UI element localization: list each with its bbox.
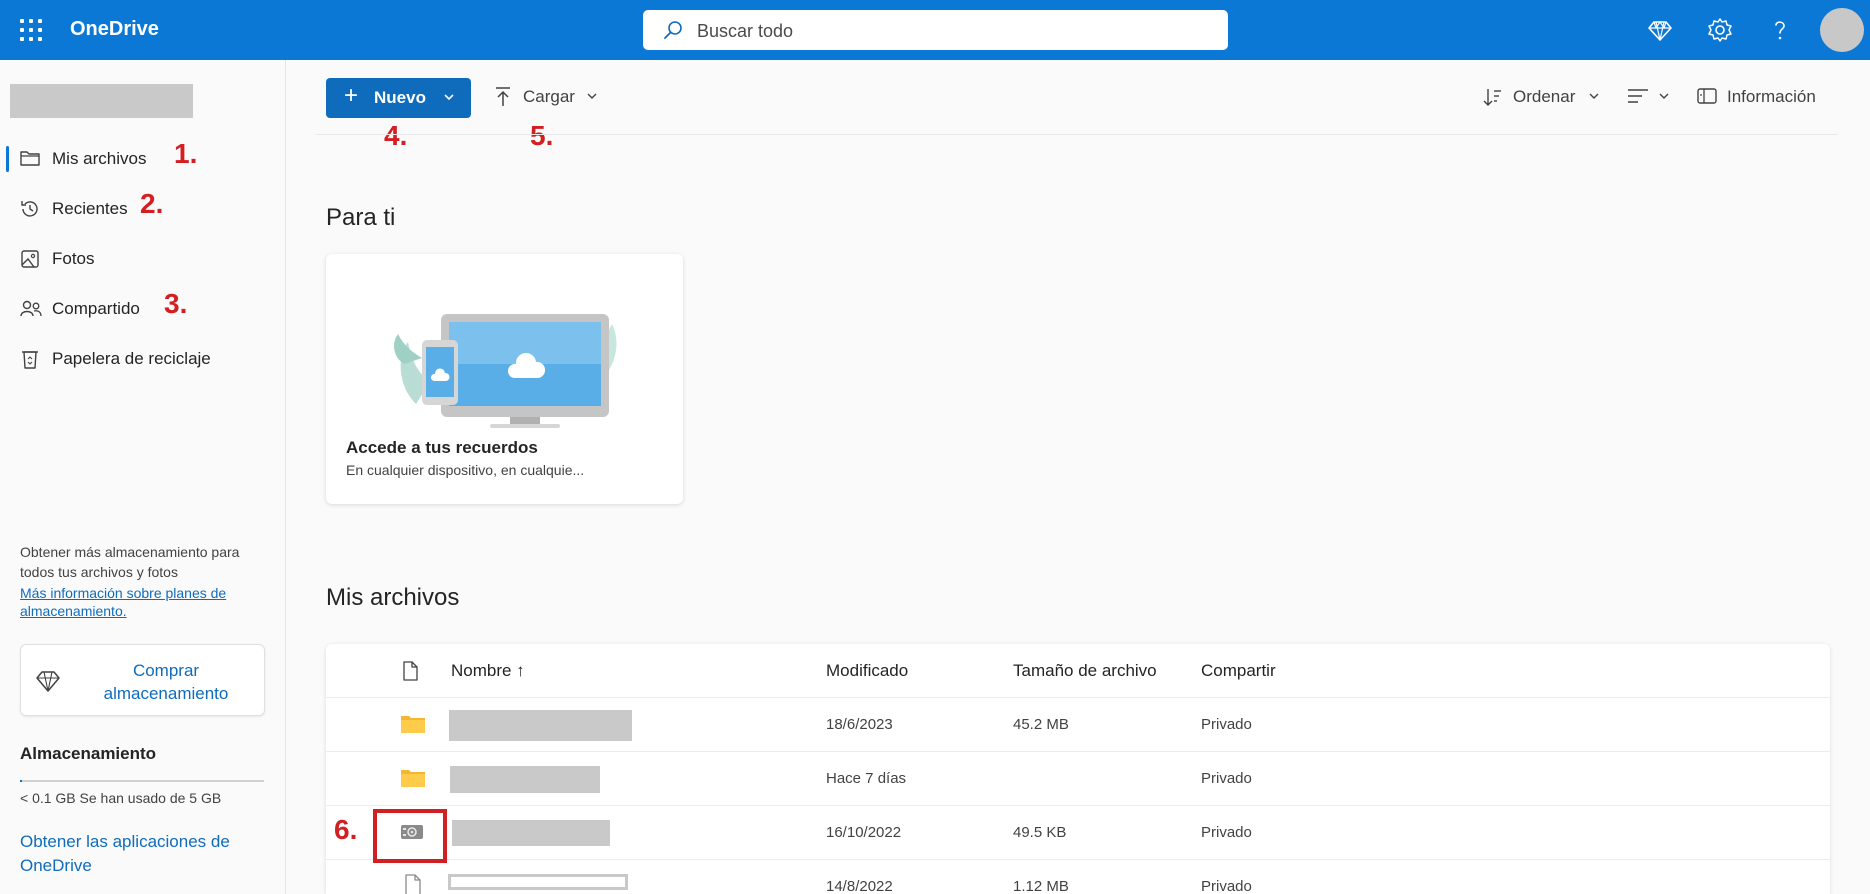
file-type-icon — [403, 661, 418, 681]
chevron-down-icon — [444, 94, 454, 101]
sidebar-item-label: Mis archivos — [52, 149, 147, 168]
sidebar-item-my-files[interactable]: Mis archivos — [0, 136, 286, 180]
annotation-marker: 1. — [174, 138, 198, 169]
chevron-down-icon — [1659, 93, 1669, 99]
table-row[interactable]: Hace 7 días Privado — [326, 752, 1830, 806]
annotation-marker: 2. — [140, 188, 164, 219]
file-icon — [405, 874, 421, 894]
recycle-bin-icon — [22, 351, 38, 369]
premium-diamond-icon — [36, 671, 60, 692]
sidebar-item-label: Compartido — [52, 299, 140, 318]
sidebar-item-label: Fotos — [52, 249, 95, 268]
folder-icon — [401, 770, 425, 787]
column-header-name[interactable]: Nombre ↑ — [451, 661, 525, 681]
file-name-redacted[interactable] — [450, 766, 600, 793]
plus-icon: + — [344, 82, 359, 109]
premium-diamond-icon[interactable] — [1646, 16, 1674, 44]
buy-storage-button[interactable]: Comprar almacenamiento — [20, 644, 265, 716]
get-apps-link[interactable]: Obtener las aplicaciones de OneDrive — [20, 830, 260, 878]
table-header: Nombre ↑ Modificado Tamaño de archivo Co… — [326, 644, 1830, 698]
avatar[interactable] — [1820, 8, 1864, 52]
memories-card[interactable]: Accede a tus recuerdos En cualquier disp… — [326, 254, 683, 504]
people-icon — [20, 300, 42, 317]
sharing-cell: Privado — [1201, 824, 1252, 841]
size-cell: 1.12 MB — [1013, 878, 1069, 894]
sidebar-item-label: Recientes — [52, 199, 128, 218]
account-name-redacted — [10, 84, 193, 118]
table-row[interactable]: 16/10/2022 49.5 KB Privado — [326, 806, 1830, 860]
modified-cell: 18/6/2023 — [826, 716, 893, 733]
annotation-marker: 3. — [164, 288, 188, 319]
storage-plans-link[interactable]: Más información sobre planes de almacena… — [20, 584, 260, 620]
column-header-size[interactable]: Tamaño de archivo — [1013, 661, 1157, 681]
my-files-heading: Mis archivos — [326, 584, 460, 611]
divider — [316, 134, 1838, 135]
info-button[interactable]: Información — [1696, 86, 1826, 110]
buy-storage-label: Comprar almacenamiento — [103, 661, 229, 703]
sidebar-item-recycle-bin[interactable]: Papelera de reciclaje — [0, 336, 286, 380]
folder-icon — [401, 716, 425, 733]
card-subtitle: En cualquier dispositivo, en cualquie... — [346, 462, 585, 478]
annotation-highlight-box — [373, 809, 447, 863]
modified-cell: 14/8/2022 — [826, 878, 893, 894]
chevron-down-icon — [1589, 93, 1599, 99]
search-input[interactable]: Buscar todo — [697, 21, 793, 42]
storage-title: Almacenamiento — [20, 744, 157, 763]
help-icon[interactable] — [1766, 16, 1794, 44]
info-pane-icon — [1697, 88, 1717, 104]
app-title[interactable]: OneDrive — [70, 18, 159, 41]
devices-cloud-illustration — [394, 314, 617, 428]
sidebar-item-label: Papelera de reciclaje — [52, 349, 211, 368]
search-box[interactable]: Buscar todo — [643, 10, 1228, 50]
sort-icon — [1483, 89, 1501, 106]
search-icon — [664, 21, 682, 39]
annotation-marker: 5. — [530, 120, 554, 151]
sort-label: Ordenar — [1513, 87, 1576, 106]
table-row[interactable]: 18/6/2023 45.2 MB Privado — [326, 698, 1830, 752]
files-table: Nombre ↑ Modificado Tamaño de archivo Co… — [326, 644, 1830, 894]
sidebar-item-shared[interactable]: Compartido — [0, 286, 286, 330]
size-cell: 45.2 MB — [1013, 716, 1069, 733]
sidebar-item-photos[interactable]: Fotos — [0, 236, 286, 280]
modified-cell: 16/10/2022 — [826, 824, 902, 841]
chevron-down-icon — [587, 93, 597, 99]
storage-progress-fill — [20, 780, 22, 782]
size-cell: 49.5 KB — [1013, 824, 1067, 841]
file-name-redacted[interactable] — [448, 874, 628, 890]
for-you-heading: Para ti — [326, 204, 396, 231]
modified-cell: Hace 7 días — [826, 770, 907, 787]
top-bar: OneDrive Buscar todo — [0, 0, 1870, 60]
table-row[interactable]: 14/8/2022 1.12 MB Privado — [326, 860, 1830, 894]
upload-button[interactable]: Cargar — [492, 86, 602, 110]
list-view-icon — [1628, 89, 1648, 103]
view-options-button[interactable] — [1626, 86, 1672, 110]
sharing-cell: Privado — [1201, 770, 1252, 787]
storage-promo-text: Obtener más almacenamiento para todos tu… — [20, 544, 240, 580]
card-title: Accede a tus recuerdos — [346, 438, 538, 457]
sidebar: Mis archivos 1. Recientes 2. Fotos Compa… — [0, 60, 286, 894]
file-name-redacted[interactable] — [452, 820, 610, 846]
sort-button[interactable]: Ordenar — [1482, 86, 1604, 110]
annotation-marker: 4. — [384, 120, 408, 151]
storage-usage-text: < 0.1 GB Se han usado de 5 GB — [20, 790, 222, 806]
new-button[interactable]: + Nuevo — [326, 78, 471, 118]
settings-gear-icon[interactable] — [1706, 16, 1734, 44]
file-name-redacted[interactable] — [449, 710, 632, 741]
sharing-cell: Privado — [1201, 716, 1252, 733]
storage-progress-bar — [20, 780, 264, 782]
photo-icon — [21, 250, 39, 268]
annotation-marker: 6. — [334, 814, 358, 845]
app-launcher-icon[interactable] — [20, 19, 42, 41]
upload-label: Cargar — [523, 87, 575, 106]
column-header-sharing[interactable]: Compartir — [1201, 661, 1276, 681]
sharing-cell: Privado — [1201, 878, 1252, 894]
folder-icon — [20, 151, 40, 166]
upload-icon — [496, 87, 510, 106]
column-header-modified[interactable]: Modificado — [826, 661, 908, 681]
info-label: Información — [1727, 87, 1816, 106]
new-button-label: Nuevo — [374, 88, 426, 107]
history-clock-icon — [21, 201, 38, 217]
